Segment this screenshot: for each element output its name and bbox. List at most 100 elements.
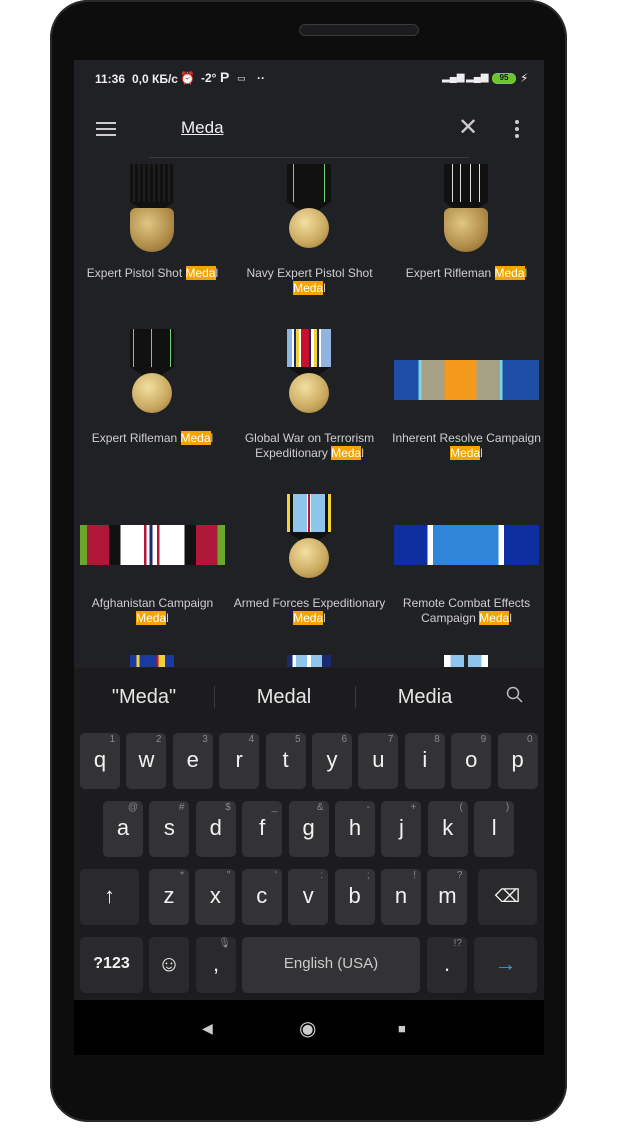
key-w[interactable]: w2 [126, 733, 167, 789]
key-label: k [442, 815, 454, 840]
key-n[interactable]: n! [381, 869, 421, 925]
key-hint: : [320, 870, 324, 881]
shift-key[interactable]: ↑ [80, 869, 139, 925]
label-text: l [215, 266, 219, 280]
partial-result-ribbon[interactable] [444, 655, 488, 667]
result-label: Afghanistan Campaign Medal [74, 596, 231, 626]
result-card[interactable]: Armed Forces Expeditionary Medal [231, 488, 388, 653]
search-input[interactable]: Meda [181, 118, 224, 138]
medal [289, 373, 329, 413]
key-g[interactable]: g & [288, 801, 329, 857]
key-m[interactable]: m? [427, 869, 468, 925]
medal [130, 208, 174, 252]
ribbon [444, 164, 488, 216]
result-card[interactable]: Global War on Terrorism Expeditionary Me… [231, 323, 388, 488]
close-icon[interactable]: ✕ [458, 116, 478, 140]
key-z[interactable]: z * [149, 869, 189, 925]
key-a[interactable]: a @ [103, 801, 143, 857]
result-card[interactable]: Navy Expert Pistol Shot Medal [231, 158, 388, 323]
key-b[interactable]: b; [334, 869, 375, 925]
medal-image [74, 494, 231, 594]
net-speed: 0,0 КБ/с [132, 72, 178, 86]
key-label: o [465, 747, 478, 772]
key-p[interactable]: p0 [497, 733, 538, 789]
label-text: l [323, 281, 326, 295]
key-label: p [511, 747, 524, 772]
parking-icon: P [220, 69, 230, 85]
key-q[interactable]: q1 [80, 733, 120, 789]
key-o[interactable]: o9 [451, 733, 492, 789]
backspace-key[interactable]: ⌫ [478, 869, 537, 925]
key-y[interactable]: y6 [312, 733, 352, 789]
back-icon[interactable]: ◀ [202, 1020, 213, 1037]
label-text: Expert Rifleman [91, 431, 181, 445]
result-card[interactable]: Afghanistan Campaign Medal [74, 488, 231, 653]
key-f[interactable]: f _ [242, 801, 283, 857]
key-u[interactable]: u7 [358, 733, 399, 789]
key-j[interactable]: j + [381, 801, 422, 857]
result-card[interactable]: Expert Rifleman Medal [74, 323, 231, 488]
suggestion-item[interactable]: Medal [214, 686, 354, 709]
key-hint: ; [366, 870, 370, 881]
result-card[interactable]: Expert Rifleman Medal [388, 158, 544, 323]
ribbon [287, 164, 331, 216]
key-t[interactable]: t5 [265, 733, 306, 789]
key-r[interactable]: r4 [219, 733, 260, 789]
medal-image [231, 494, 388, 594]
label-text: Expert Rifleman [405, 266, 495, 280]
more-vert-icon[interactable] [512, 120, 522, 140]
key-hint: & [316, 802, 324, 813]
key-i[interactable]: i8 [404, 733, 445, 789]
enter-key[interactable]: → [474, 937, 537, 993]
key-label: , [212, 951, 220, 976]
label-highlight: Meda [136, 611, 167, 625]
ribbon [287, 329, 331, 381]
key-d[interactable]: d $ [195, 801, 236, 857]
key-label: s [163, 815, 175, 840]
period-key[interactable]: .!? [427, 937, 467, 993]
symbols-key[interactable]: ?123 [80, 937, 143, 993]
space-key[interactable]: English (USA) [242, 937, 420, 993]
result-label: Inherent Resolve Campaign Medal [388, 431, 544, 461]
result-label: Armed Forces Expeditionary Medal [231, 596, 388, 626]
ribbon [287, 494, 331, 546]
signal-icon: ▂▄▆ [442, 72, 465, 83]
result-card[interactable]: Inherent Resolve Campaign Medal [388, 323, 544, 488]
key-v[interactable]: v: [288, 869, 329, 925]
label-text: Armed Forces Expeditionary [233, 596, 386, 610]
key-s[interactable]: s # [149, 801, 190, 857]
result-label: Navy Expert Pistol Shot Medal [231, 266, 388, 296]
key-label: . [443, 951, 451, 976]
key-label: l [491, 815, 497, 840]
key-hint: 2 [155, 734, 162, 745]
label-text: Navy Expert Pistol Shot [246, 266, 373, 280]
key-label: u [372, 747, 385, 772]
key-hint: 0 [527, 734, 533, 745]
result-card[interactable]: Remote Combat Effects Campaign Medal [388, 488, 544, 653]
comma-key[interactable]: , 🎙 [196, 937, 236, 993]
result-card[interactable]: Expert Pistol Shot Medal [74, 158, 231, 323]
partial-result-ribbon[interactable] [287, 655, 331, 667]
partial-result-ribbon[interactable] [130, 655, 174, 667]
key-x[interactable]: x " [195, 869, 236, 925]
suggestion-item[interactable]: "Meda" [74, 686, 214, 709]
key-c[interactable]: c ' [241, 869, 282, 925]
recents-icon[interactable]: ■ [398, 1021, 406, 1036]
home-icon[interactable]: ◉ [299, 1016, 316, 1041]
label-highlight: Meda [494, 266, 525, 280]
label-highlight: Meda [180, 431, 211, 445]
key-e[interactable]: e3 [172, 733, 213, 789]
key-k[interactable]: k( [427, 801, 468, 857]
key-hint: " [226, 870, 231, 881]
search-icon[interactable] [506, 686, 524, 704]
menu-icon[interactable] [96, 122, 116, 136]
suggestion-item[interactable]: Media [355, 686, 495, 709]
key-hint: ' [274, 870, 277, 881]
key-h[interactable]: h- [335, 801, 375, 857]
ribbon-bar [394, 525, 539, 565]
key-label: → [494, 951, 517, 976]
key-hint: 1 [109, 734, 115, 745]
key-l[interactable]: l) [474, 801, 515, 857]
emoji-key[interactable]: ☺ [149, 937, 189, 993]
key-hint: ) [505, 802, 510, 813]
